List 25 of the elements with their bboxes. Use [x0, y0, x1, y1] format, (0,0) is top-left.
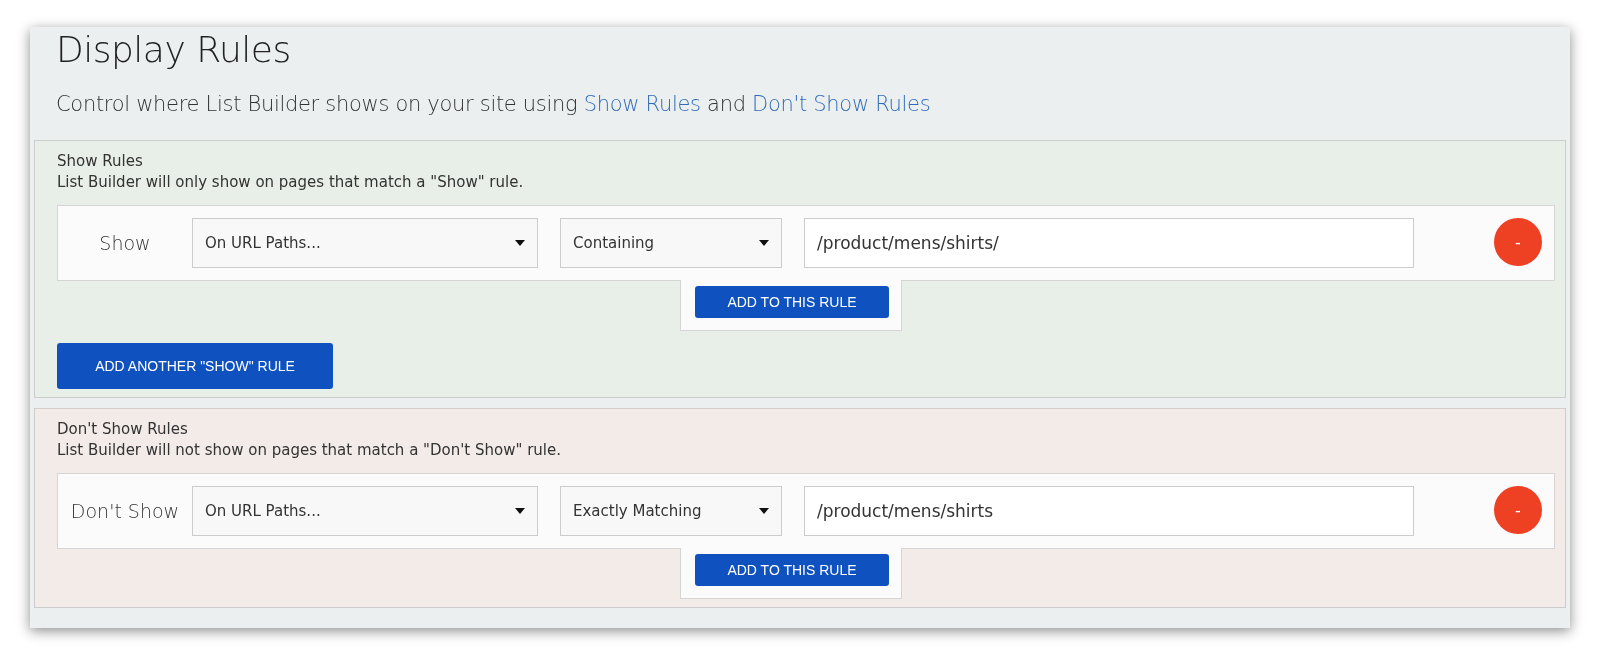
rule-label: Show — [98, 232, 152, 254]
path-input[interactable]: /product/mens/shirts — [804, 486, 1414, 536]
remove-button[interactable]: - — [1494, 218, 1542, 266]
rule-label: Don't Show — [69, 500, 181, 522]
target-dropdown[interactable]: On URL Paths... — [192, 218, 538, 268]
add-another-rule-button[interactable]: ADD ANOTHER "SHOW" RULE — [57, 343, 333, 389]
add-to-rule-button[interactable]: ADD TO THIS RULE — [695, 286, 889, 318]
add-to-rule-button[interactable]: ADD TO THIS RULE — [695, 554, 889, 586]
page-title: Display Rules — [56, 28, 292, 70]
caret-icon — [515, 240, 525, 246]
match-dropdown[interactable]: Containing — [560, 218, 782, 268]
dont-show-rules-link[interactable]: Don't Show Rules — [752, 92, 931, 116]
match-dropdown[interactable]: Exactly Matching — [560, 486, 782, 536]
section-heading: Don't Show Rules — [57, 419, 189, 440]
caret-icon — [515, 508, 525, 514]
remove-button[interactable]: - — [1494, 486, 1542, 534]
section-description: List Builder will only show on pages that match a "Show" rule. — [57, 172, 525, 193]
intro-text: Control where List Builder shows on your site using Show Rules and Don't Show Rules — [56, 92, 932, 116]
caret-icon — [759, 508, 769, 514]
caret-icon — [759, 240, 769, 246]
show-rules-link[interactable]: Show Rules — [583, 92, 701, 116]
target-dropdown[interactable]: On URL Paths... — [192, 486, 538, 536]
path-input[interactable]: /product/mens/shirts/ — [804, 218, 1414, 268]
section-heading: Show Rules — [57, 151, 144, 172]
section-description: List Builder will not show on pages that match a "Don't Show" rule. — [57, 440, 562, 461]
